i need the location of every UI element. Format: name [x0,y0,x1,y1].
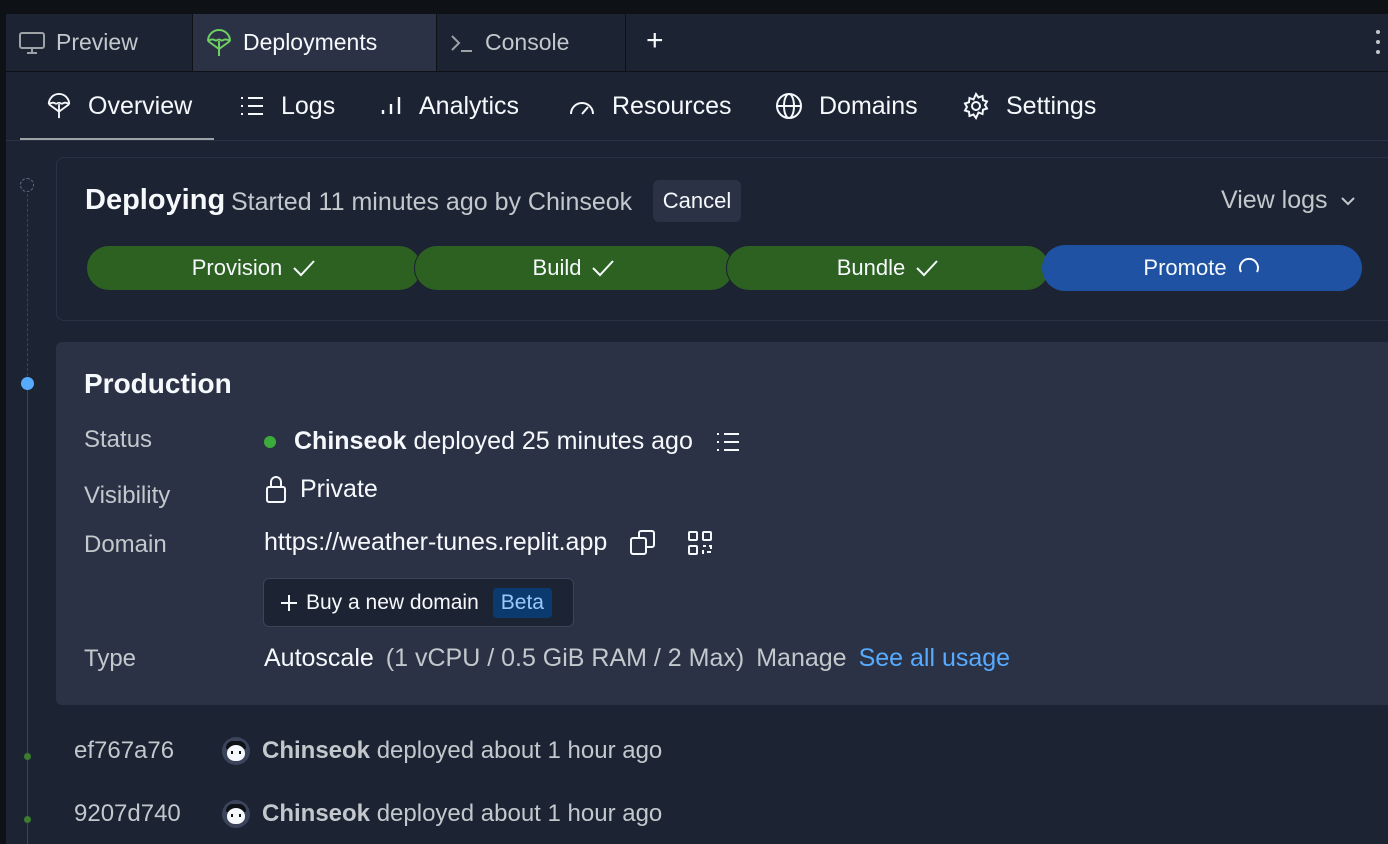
status-user: Chinseok [294,427,407,455]
step-label: Provision [191,255,283,280]
step-promote: Promote [1042,245,1362,291]
timeline-current-node [21,377,34,390]
deploying-title: Deploying [85,184,226,216]
check-icon [916,260,938,277]
timeline-pending-line [27,194,28,386]
avatar [222,737,250,765]
deployments-icon [47,93,71,119]
subnav-label: Overview [88,91,193,120]
deploy-progress-steps: Provision Build Bundle Promote [86,245,1362,291]
history-text: deployed about 1 hour ago [376,800,663,827]
step-label: Build [532,255,582,280]
subnav-settings[interactable]: Settings [962,72,1096,140]
subnav-domains[interactable]: Domains [775,72,918,140]
type-label: Type [84,645,137,672]
copy-icon[interactable] [629,529,657,557]
buy-domain-button[interactable]: Buy a new domain Beta [263,578,574,627]
tab-label: Deployments [243,29,378,55]
production-title: Production [84,368,232,399]
deployments-panel: Preview Deployments Console + Overview L… [6,14,1388,844]
type-name: Autoscale [264,644,374,672]
beta-badge: Beta [492,587,552,618]
step-label: Promote [1143,255,1227,280]
tab-label: Console [485,29,570,55]
list-icon[interactable] [715,431,741,453]
plus-icon [281,594,297,611]
list-icon [241,97,263,115]
window-top-strip [0,0,1388,14]
status-value: Chinseok deployed 25 minutes ago [264,427,741,456]
domain-link[interactable]: https://weather-tunes.replit.app [264,528,607,557]
terminal-icon [451,34,472,52]
domain-value: https://weather-tunes.replit.app [264,528,713,557]
qr-code-icon[interactable] [687,530,713,556]
subnav-analytics[interactable]: Analytics [379,72,519,140]
commit-hash: ef767a76 [74,737,175,764]
step-provision: Provision [86,245,422,291]
workspace-tab-bar: Preview Deployments Console + [6,14,1388,72]
status-label: Status [84,426,153,453]
production-card: Production Status Chinseok deployed 25 m… [56,342,1388,705]
subnav-label: Settings [1006,91,1097,120]
spinner-icon [1238,257,1259,273]
lock-icon [266,476,286,503]
gear-icon [963,92,989,120]
timeline-node [24,816,31,823]
add-tab-button[interactable]: + [646,26,664,56]
type-specs: (1 vCPU / 0.5 GiB RAM / 2 Max) [385,644,745,672]
subnav-resources[interactable]: Resources [568,72,732,140]
more-options-icon[interactable] [1376,30,1382,60]
tab-console[interactable]: Console [437,14,626,71]
visibility-label: Visibility [84,482,171,509]
chevron-down-icon [1340,196,1355,205]
status-text: deployed 25 minutes ago [413,427,693,455]
tab-preview[interactable]: Preview [6,14,193,71]
deployment-subnav: Overview Logs Analytics Resources Domain… [6,72,1388,141]
subnav-label: Logs [281,91,336,120]
subnav-label: Domains [819,91,918,120]
visibility-text: Private [300,474,378,503]
timeline-line [27,386,28,844]
gauge-icon [570,102,594,115]
see-usage-link[interactable]: See all usage [859,644,1011,673]
history-row[interactable]: ef767a76 Chinseok deployed about 1 hour … [74,737,662,765]
tab-label: Preview [56,29,138,55]
subnav-label: Analytics [419,91,520,120]
bar-chart-icon [381,97,401,114]
cancel-button[interactable]: Cancel [653,180,741,222]
visibility-value: Private [264,474,378,504]
subnav-overview[interactable]: Overview [19,72,215,140]
history-row[interactable]: 9207d740 Chinseok deployed about 1 hour … [74,800,662,828]
timeline-pending-node [20,178,34,192]
history-user: Chinseok [262,737,371,764]
step-label: Bundle [836,255,906,280]
manage-link[interactable]: Manage [756,644,846,673]
history-user: Chinseok [262,800,371,827]
subnav-label: Resources [612,91,732,120]
type-value: Autoscale (1 vCPU / 0.5 GiB RAM / 2 Max)… [264,644,1010,673]
commit-hash: 9207d740 [74,800,181,827]
deploying-card: Deploying Started 11 minutes ago by Chin… [56,157,1388,321]
globe-icon [776,93,802,119]
check-icon [592,260,615,277]
subnav-logs[interactable]: Logs [239,72,335,140]
avatar [222,800,250,828]
buy-domain-label: Buy a new domain [306,590,479,614]
view-logs-button[interactable]: View logs [1221,186,1356,215]
step-build: Build [414,245,734,291]
timeline-node [24,753,31,760]
deployments-icon [207,28,231,56]
deploying-subtitle: Started 11 minutes ago by Chinseok [231,188,633,216]
monitor-icon [19,31,45,54]
tab-deployments[interactable]: Deployments [193,14,437,71]
step-bundle: Bundle [726,245,1050,291]
status-dot [264,435,276,448]
domain-label: Domain [84,531,167,558]
view-logs-label: View logs [1221,186,1328,214]
check-icon [293,260,315,277]
history-text: deployed about 1 hour ago [376,737,663,764]
